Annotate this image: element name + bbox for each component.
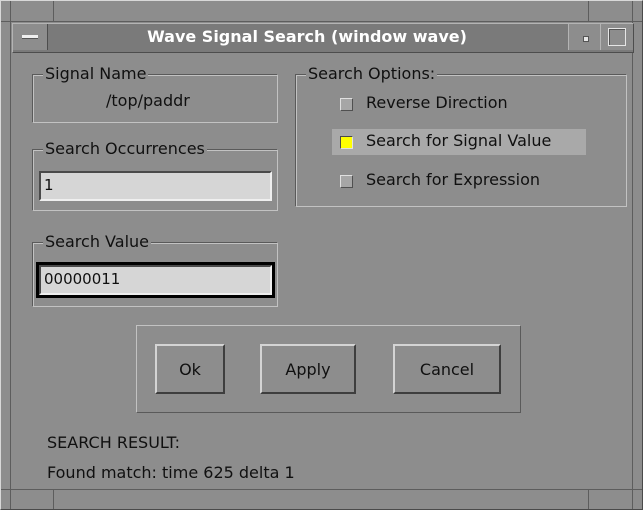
search-occurrences-input[interactable]: 1: [39, 171, 272, 201]
radio-indicator-selected: [340, 136, 353, 149]
search-occurrences-label: Search Occurrences: [43, 139, 207, 158]
maximize-button[interactable]: [600, 24, 633, 50]
dialog-window: Wave Signal Search (window wave) Signal …: [0, 0, 643, 510]
window-menu-icon: [22, 35, 38, 39]
search-options-label: Search Options:: [306, 64, 438, 83]
signal-name-value: /top/paddr: [106, 91, 190, 110]
frame-corner-mark: [588, 490, 589, 509]
maximize-icon: [608, 28, 626, 46]
window-menu-button[interactable]: [13, 24, 48, 50]
search-value-group: Search Value 00000011: [32, 233, 278, 307]
frame-bottom-line: [1, 489, 642, 490]
search-result-heading: SEARCH RESULT:: [47, 433, 181, 452]
minimize-button[interactable]: [568, 24, 601, 50]
search-occurrences-group: Search Occurrences 1: [32, 140, 278, 211]
title-bar[interactable]: Wave Signal Search (window wave): [12, 23, 634, 53]
frame-corner-mark: [588, 1, 589, 21]
search-options-group: Search Options: Reverse Direction Search…: [295, 65, 627, 207]
option-label: Reverse Direction: [366, 93, 508, 112]
ok-button[interactable]: Ok: [155, 344, 225, 394]
search-value-input[interactable]: 00000011: [36, 262, 275, 298]
search-result-message: Found match: time 625 delta 1: [47, 463, 295, 482]
option-search-signal-value[interactable]: Search for Signal Value: [332, 129, 586, 155]
option-label: Search for Expression: [366, 170, 540, 189]
window-title: Wave Signal Search (window wave): [147, 27, 467, 46]
button-panel: Ok Apply Cancel: [136, 325, 521, 413]
minimize-icon: [583, 36, 589, 42]
option-label: Search for Signal Value: [366, 131, 552, 150]
cancel-button[interactable]: Cancel: [393, 344, 501, 394]
frame-top-line: [1, 21, 642, 22]
search-value-label: Search Value: [43, 232, 151, 251]
signal-name-group: Signal Name /top/paddr: [32, 65, 278, 123]
radio-indicator: [340, 175, 353, 188]
signal-name-label: Signal Name: [43, 64, 149, 83]
frame-corner-mark: [53, 490, 54, 509]
frame-left-line: [10, 1, 11, 509]
option-reverse-direction[interactable]: Reverse Direction: [332, 91, 592, 117]
frame-right-line: [632, 1, 633, 509]
apply-button[interactable]: Apply: [260, 344, 356, 394]
radio-indicator: [340, 98, 353, 111]
frame-corner-mark: [53, 1, 54, 21]
option-search-expression[interactable]: Search for Expression: [332, 168, 592, 194]
